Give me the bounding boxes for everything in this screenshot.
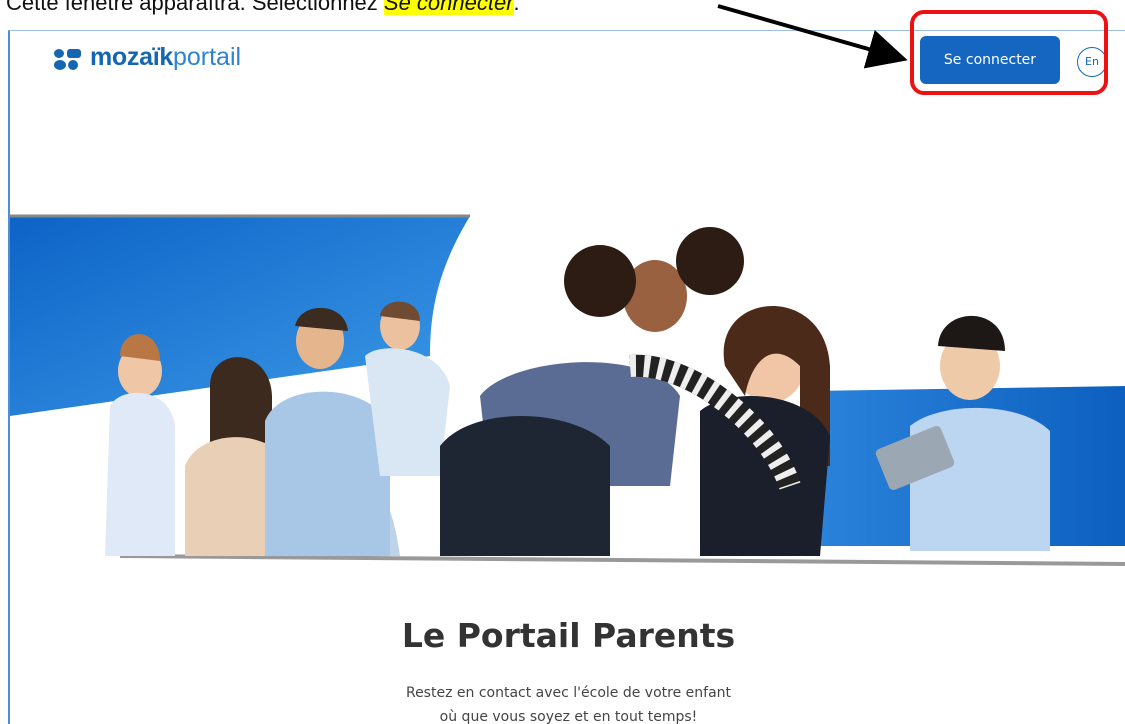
login-button[interactable]: Se connecter bbox=[920, 36, 1060, 84]
instruction-prefix: Cette fenêtre apparaîtra. Sélectionnez bbox=[6, 0, 384, 15]
mozaik-logo[interactable]: mozaïk portail bbox=[54, 43, 241, 72]
portal-page: mozaïk portail Se connecter En Le Portai… bbox=[8, 30, 1125, 724]
instruction-highlight: Se connecter bbox=[383, 0, 514, 15]
hero-family-photo bbox=[10, 186, 1125, 571]
language-toggle-button[interactable]: En bbox=[1077, 47, 1107, 77]
subtitle-line-1: Restez en contact avec l'école de votre … bbox=[405, 685, 732, 701]
header: mozaïk portail Se connecter En bbox=[10, 31, 1125, 101]
hero-illustration bbox=[10, 186, 1125, 571]
mozaik-logo-icon bbox=[54, 45, 82, 71]
page-title: Le Portail Parents bbox=[401, 616, 736, 655]
logo-text-bold: mozaïk bbox=[90, 43, 173, 71]
instruction-suffix: . bbox=[513, 0, 520, 15]
logo-text-light: portail bbox=[172, 43, 242, 71]
subtitle-line-2: où que vous soyez et en tout temps! bbox=[439, 709, 698, 724]
page-subtitle: Restez en contact avec l'école de votre … bbox=[10, 681, 1125, 724]
document-instruction: Cette fenêtre apparaîtra. Sélectionnez S… bbox=[6, 0, 520, 16]
